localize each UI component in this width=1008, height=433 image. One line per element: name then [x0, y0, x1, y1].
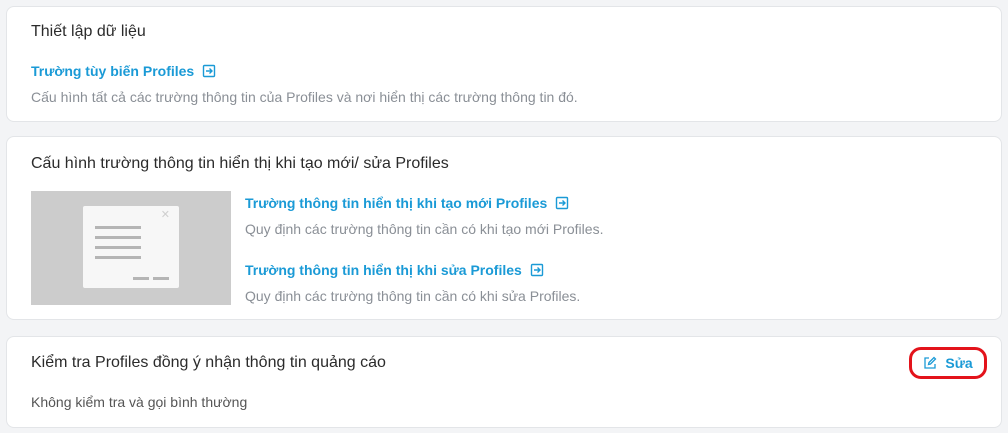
create-fields-link-label: Trường thông tin hiển thị khi tạo mới Pr… [245, 195, 548, 211]
display-config-card: Cấu hình trường thông tin hiển thị khi t… [6, 136, 1002, 320]
close-icon: ✕ [160, 209, 170, 221]
edit-fields-desc: Quy định các trường thông tin cần có khi… [245, 288, 581, 304]
open-link-icon [530, 263, 543, 277]
consent-status-text: Không kiểm tra và gọi bình thường [31, 394, 248, 410]
edit-icon [924, 356, 937, 369]
custom-fields-desc: Cấu hình tất cả các trường thông tin của… [31, 89, 578, 105]
edit-button-label: Sửa [945, 355, 973, 371]
display-config-title: Cấu hình trường thông tin hiển thị khi t… [31, 155, 449, 172]
custom-fields-link[interactable]: Trường tùy biến Profiles [31, 63, 216, 79]
open-link-icon [203, 64, 216, 78]
create-fields-link[interactable]: Trường thông tin hiển thị khi tạo mới Pr… [245, 195, 569, 211]
edit-fields-link[interactable]: Trường thông tin hiển thị khi sửa Profil… [245, 262, 544, 278]
consent-check-card: Kiểm tra Profiles đồng ý nhận thông tin … [6, 336, 1002, 428]
edit-fields-link-label: Trường thông tin hiển thị khi sửa Profil… [245, 262, 522, 278]
open-link-icon [556, 196, 569, 210]
edit-button[interactable]: Sửa [909, 347, 987, 379]
form-preview-image: ✕ [31, 191, 231, 305]
data-setup-card: Thiết lập dữ liệu Trường tùy biến Profil… [6, 6, 1002, 122]
preview-dialog: ✕ [83, 206, 179, 288]
data-setup-title: Thiết lập dữ liệu [31, 23, 146, 40]
custom-fields-link-label: Trường tùy biến Profiles [31, 63, 195, 79]
consent-check-title: Kiểm tra Profiles đồng ý nhận thông tin … [31, 354, 386, 371]
create-fields-desc: Quy định các trường thông tin cần có khi… [245, 221, 604, 237]
